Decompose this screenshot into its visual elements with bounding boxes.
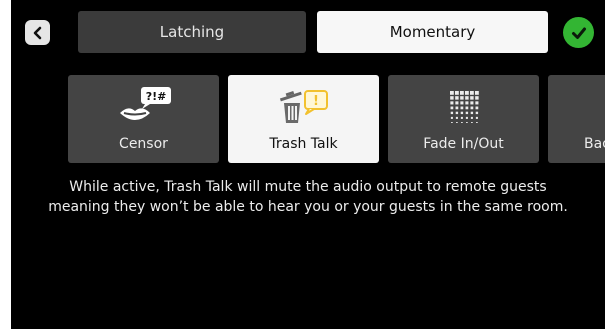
fade-dot <box>475 116 478 119</box>
fade-dot <box>450 111 453 115</box>
fade-dot <box>464 91 469 95</box>
fade-dot <box>455 111 458 115</box>
fade-dot <box>465 106 468 110</box>
fade-dot <box>449 101 453 105</box>
fade-dot <box>459 91 464 95</box>
fade-dot <box>450 106 453 110</box>
trash-talk-glyph: ! <box>313 94 319 109</box>
fade-dot <box>454 91 459 95</box>
fade-dot <box>464 96 469 100</box>
fade-dot <box>449 91 454 95</box>
censor-icon: ?!# <box>119 87 171 120</box>
fade-dot <box>450 116 453 119</box>
effect-label-back: Back <box>584 136 605 152</box>
fade-dot <box>464 101 468 105</box>
fade-dot <box>459 96 464 100</box>
fade-dot <box>465 111 468 115</box>
effect-description: While active, Trash Talk will mute the a… <box>11 177 605 217</box>
mode-momentary-button[interactable]: Momentary <box>317 11 548 53</box>
fade-dot <box>459 101 463 105</box>
description-line-2: meaning they won’t be able to hear you o… <box>48 199 568 215</box>
fade-dot <box>470 106 473 110</box>
fade-icon <box>449 91 479 123</box>
effect-label-trash-talk: Trash Talk <box>269 136 338 152</box>
fade-dot <box>454 101 458 105</box>
fade-dot <box>454 96 459 100</box>
censor-glyph: ?!# <box>145 90 166 103</box>
fade-dot <box>475 111 478 115</box>
fade-dot <box>465 122 468 123</box>
mode-latching-label: Latching <box>159 23 225 41</box>
fade-dot <box>460 116 463 119</box>
chevron-left-icon <box>33 26 41 39</box>
fade-dot <box>455 106 458 110</box>
check-icon <box>571 27 586 39</box>
effect-label-fade: Fade In/Out <box>423 136 504 152</box>
fade-dot <box>465 116 468 119</box>
confirm-button[interactable] <box>563 17 594 48</box>
effect-label-censor: Censor <box>119 136 168 152</box>
fade-dot <box>449 96 454 100</box>
fade-dot <box>475 106 478 110</box>
back-button[interactable] <box>25 20 50 45</box>
fade-dot <box>469 96 474 100</box>
trash-talk-icon: ! <box>279 90 328 123</box>
fade-dot <box>455 116 458 119</box>
fade-dot <box>460 106 463 110</box>
fade-dot <box>470 116 473 119</box>
effects-screen: Latching Momentary ?!# Censor ! Trash Ta… <box>11 0 605 329</box>
effect-tile-trash-talk[interactable]: ! Trash Talk <box>228 75 379 163</box>
fade-dot <box>460 122 463 123</box>
fade-dot <box>455 122 458 123</box>
fade-dot <box>475 122 478 123</box>
fade-dot <box>460 111 463 115</box>
effect-tile-back[interactable]: Back <box>548 75 605 163</box>
fade-dot <box>469 101 473 105</box>
fade-dot <box>450 122 453 123</box>
description-line-1: While active, Trash Talk will mute the a… <box>69 179 547 195</box>
fade-dot <box>474 91 479 95</box>
fade-dot <box>470 111 473 115</box>
mode-latching-button[interactable]: Latching <box>78 11 306 53</box>
effect-tile-censor[interactable]: ?!# Censor <box>68 75 219 163</box>
fade-dot <box>469 91 474 95</box>
fade-dot <box>470 122 473 123</box>
mode-momentary-label: Momentary <box>389 23 476 41</box>
effect-tile-fade[interactable]: Fade In/Out <box>388 75 539 163</box>
fade-dot <box>474 101 478 105</box>
fade-dot <box>474 96 479 100</box>
